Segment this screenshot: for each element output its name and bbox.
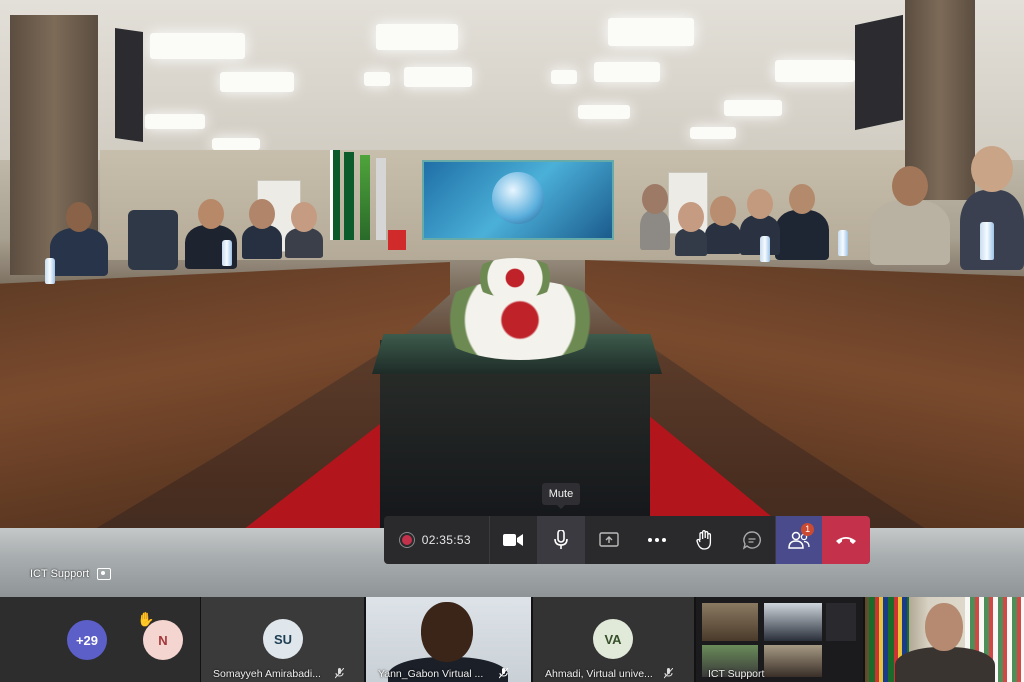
ceiling-light: [220, 72, 294, 92]
participant-tile-ict-support[interactable]: ICT Support: [696, 597, 863, 682]
ceiling-light: [608, 18, 694, 46]
water-bottle: [760, 236, 770, 262]
chair: [128, 210, 178, 270]
presenter-name: ICT Support: [30, 568, 90, 580]
share-button[interactable]: [585, 516, 633, 564]
raised-hand-icon: ✋: [137, 611, 155, 627]
participant-tile-overflow[interactable]: +29 N ✋: [0, 597, 200, 682]
participant-tile-su[interactable]: SU Somayyeh Amirabadi...: [201, 597, 364, 682]
water-bottle: [838, 230, 848, 256]
delegate: [705, 196, 741, 254]
water-bottle: [980, 222, 994, 260]
avatar-initials: VA: [604, 631, 622, 647]
screen-share-icon: [97, 568, 112, 580]
water-bottle: [45, 258, 55, 284]
participant-video: [895, 647, 995, 682]
ceiling-light: [775, 60, 855, 82]
participant-name: Somayyeh Amirabadi...: [213, 668, 321, 680]
nested-video-thumbnail: [764, 603, 822, 641]
ceiling-light: [690, 127, 736, 139]
flag: [376, 158, 386, 240]
participant-video: [925, 603, 963, 651]
participant-name: Yann_Gabon Virtual ...: [378, 668, 484, 680]
wall-tv-screen: [855, 14, 903, 131]
ceiling-light: [404, 67, 472, 87]
flag: [388, 230, 406, 250]
meeting-control-bar: 02:35:53 1: [384, 516, 870, 564]
mic-off-icon: [664, 668, 673, 679]
hang-up-icon: [836, 537, 857, 544]
camera-button[interactable]: [490, 516, 538, 564]
share-screen-icon: [599, 532, 619, 547]
ceiling-light: [150, 33, 245, 59]
delegate: [242, 199, 282, 259]
more-dots-icon: [647, 538, 666, 542]
mic-off-icon: [335, 668, 344, 679]
video-camera-icon: [503, 534, 524, 546]
chat-button[interactable]: [729, 516, 777, 564]
participant-name: Ahmadi, Virtual unive...: [545, 668, 653, 680]
participant-video: [421, 602, 473, 662]
ceiling-light: [578, 105, 630, 119]
flag: [360, 155, 370, 240]
ceiling-light: [376, 24, 458, 50]
ceiling-light: [594, 62, 660, 82]
nested-video-thumbnail: [702, 603, 758, 641]
water-bottle: [222, 240, 232, 266]
ceiling-light: [364, 72, 390, 86]
delegate: [50, 202, 108, 276]
ceiling-light: [145, 114, 205, 129]
avatar-initials: N: [158, 632, 168, 648]
meeting-timer: 02:35:53: [384, 516, 490, 564]
nested-video-thumbnail: [764, 645, 822, 677]
wall-tv-screen: [115, 28, 143, 142]
participant-name: ICT Support: [708, 668, 765, 680]
avatar-initials: SU: [273, 631, 293, 647]
flag: [330, 150, 340, 240]
more-button[interactable]: [633, 516, 681, 564]
mic-button[interactable]: [537, 516, 586, 564]
delegate: [675, 202, 707, 256]
flower-arrangement: [470, 258, 560, 298]
overflow-count-avatar[interactable]: +29: [67, 620, 107, 660]
hand-icon: [695, 530, 711, 550]
record-dot-icon: [401, 535, 412, 545]
overflow-count: +29: [75, 632, 99, 648]
shared-video-feed: [0, 0, 1024, 597]
ceiling-light: [551, 70, 577, 84]
delegate: [870, 166, 950, 265]
ceiling-light: [724, 100, 782, 116]
flag: [344, 152, 354, 240]
ceiling-light: [212, 138, 260, 150]
mute-tooltip: Mute: [542, 483, 580, 509]
mic-off-icon: [499, 668, 508, 679]
microphone-icon: [554, 530, 569, 549]
participants-button[interactable]: 1: [776, 516, 823, 564]
participant-strip: +29 N ✋ SU Somayyeh Amirabadi... Yann_Ga…: [0, 597, 1024, 682]
participant-tile-va[interactable]: VA Ahmadi, Virtual unive...: [533, 597, 694, 682]
projection-banner: [422, 160, 614, 240]
delegate: [285, 202, 323, 258]
participant-tile-video[interactable]: [865, 597, 1024, 682]
delegate: [640, 184, 670, 250]
raise-hand-button[interactable]: [681, 516, 729, 564]
participant-avatar-su: SU: [263, 619, 303, 659]
presenter-label: ICT Support: [30, 568, 112, 580]
leave-button[interactable]: [822, 516, 870, 564]
timer-text: 02:35:53: [421, 533, 471, 547]
chat-bubble-icon: [742, 531, 761, 550]
participant-tile-yann[interactable]: Yann_Gabon Virtual ...: [366, 597, 531, 682]
participants-badge: 1: [801, 523, 815, 536]
participant-avatar-va: VA: [593, 619, 633, 659]
delegate: [775, 184, 829, 260]
nested-video-thumbnail: [826, 603, 856, 641]
